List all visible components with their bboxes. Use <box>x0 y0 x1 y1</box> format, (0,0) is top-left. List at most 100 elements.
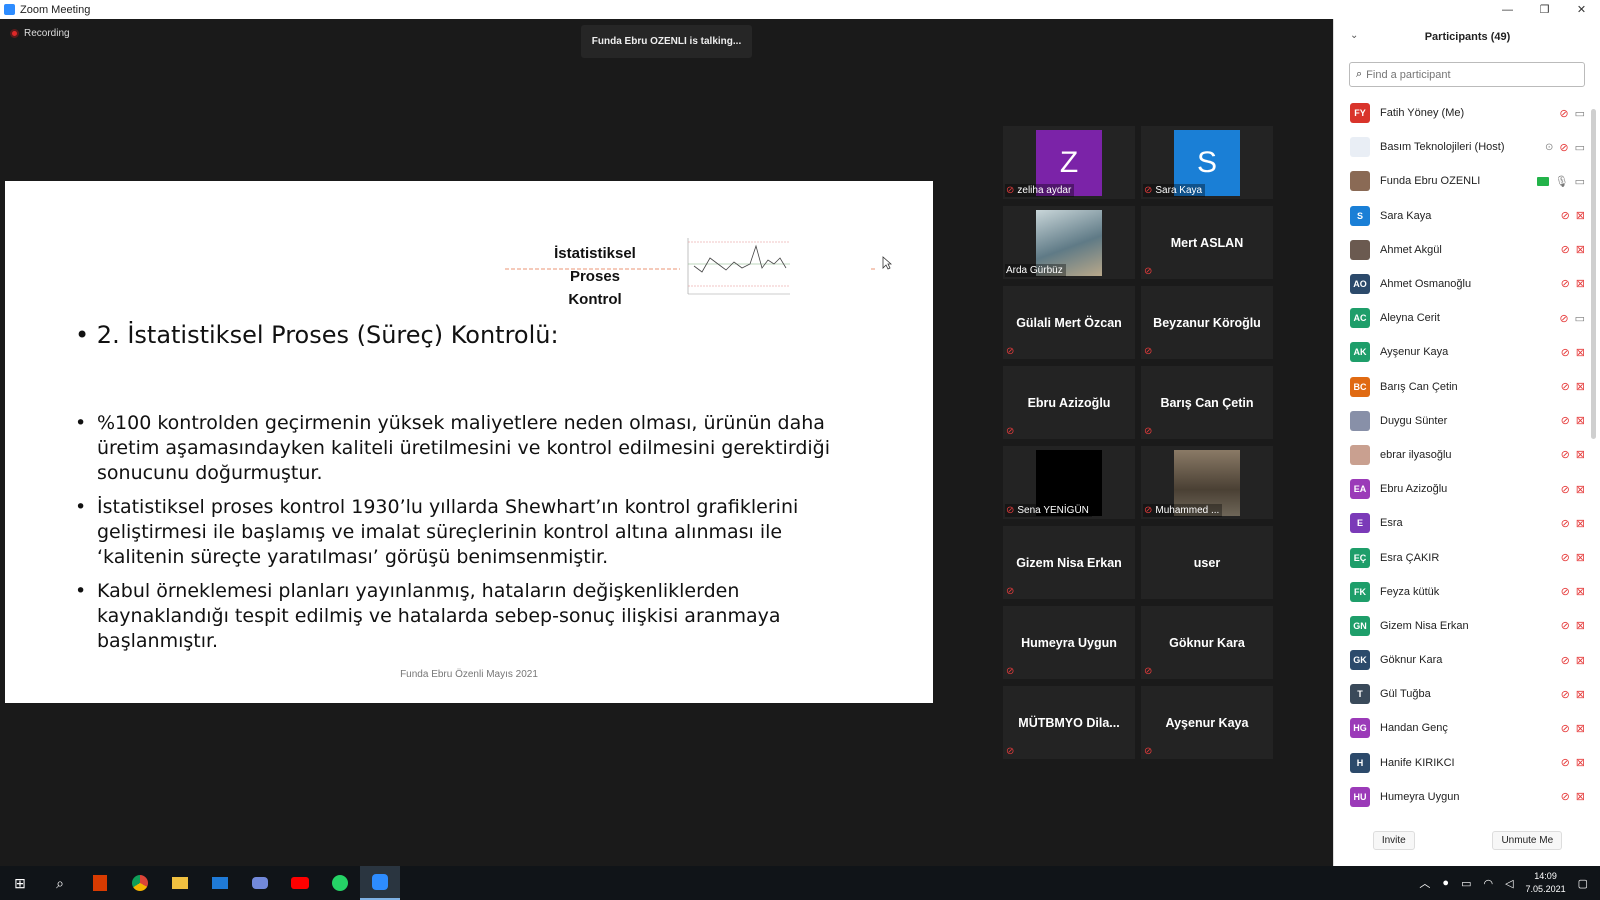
participant-row[interactable]: Ahmet Akgül ⊘ ⊠ <box>1334 233 1591 267</box>
participant-row[interactable]: EA Ebru Azizoğlu ⊘ ⊠ <box>1334 472 1591 506</box>
participant-row[interactable]: GN Gizem Nisa Erkan ⊘ ⊠ <box>1334 609 1591 643</box>
mic-muted-icon: ⊘ <box>1559 141 1569 154</box>
video-tile[interactable]: Ebru Azizoğlu ⊘ <box>1003 366 1135 439</box>
video-tile[interactable]: user <box>1141 526 1273 599</box>
video-off-icon: ⊠ <box>1575 722 1585 735</box>
participant-avatar: EA <box>1350 479 1370 500</box>
participant-name: Duygu Sünter <box>1380 414 1448 427</box>
volume-icon[interactable]: ◁ <box>1505 877 1513 890</box>
search-icon: ⌕ <box>1356 68 1363 80</box>
tile-label: ⊘ Sara Kaya <box>1143 184 1206 197</box>
participant-row[interactable]: Duygu Sünter ⊘ ⊠ <box>1334 404 1591 438</box>
participant-avatar: HU <box>1350 786 1370 807</box>
search-input[interactable] <box>1366 68 1567 81</box>
participant-row[interactable]: S Sara Kaya ⊘ ⊠ <box>1334 199 1591 233</box>
invite-button[interactable]: Invite <box>1372 831 1415 850</box>
video-tile[interactable]: Ayşenur Kaya ⊘ <box>1141 686 1273 759</box>
chrome-icon[interactable] <box>120 866 160 900</box>
participant-row[interactable]: Basım Teknolojileri (Host) ⊙ ⊘ ▭ <box>1334 130 1591 164</box>
mic-muted-icon: ⊘ <box>1560 586 1570 599</box>
participant-status-icons: ⊘ ⊠ <box>1561 472 1585 506</box>
participant-row[interactable]: AO Ahmet Osmanoğlu ⊘ ⊠ <box>1334 267 1591 301</box>
youtube-icon[interactable] <box>280 866 320 900</box>
battery-icon[interactable]: ▭ <box>1461 877 1471 890</box>
windows-start-icon[interactable]: ⊞ <box>0 866 40 900</box>
participant-name: Göknur Kara <box>1380 654 1443 667</box>
zoom-taskbar-icon[interactable] <box>360 866 400 900</box>
video-tile[interactable]: Gizem Nisa Erkan ⊘ <box>1003 526 1135 599</box>
participant-row[interactable]: Funda Ebru OZENLI 🎙 ▭ <box>1334 164 1591 198</box>
wifi-icon[interactable]: ◠ <box>1483 877 1493 890</box>
video-tile[interactable]: Arda Gürbüz <box>1003 206 1135 279</box>
screen-share-icon <box>1536 176 1549 186</box>
video-tile[interactable]: Z ⊘ zeliha aydar <box>1003 126 1135 199</box>
participant-row[interactable]: E Esra ⊘ ⊠ <box>1334 506 1591 540</box>
mail-icon[interactable] <box>200 866 240 900</box>
control-chart-image <box>680 234 870 302</box>
microphone-icon[interactable]: ● <box>1442 877 1449 889</box>
participant-name: Sara Kaya <box>1380 209 1432 222</box>
bullet-text: Kabul örneklemesi planları yayınlanmış, … <box>97 580 781 652</box>
mic-muted-icon: ⊘ <box>1559 107 1569 120</box>
video-tile[interactable]: ⊘ Sena YENİGÜN <box>1003 446 1135 519</box>
video-tile[interactable]: MÜTBMYO Dila... ⊘ <box>1003 686 1135 759</box>
discord-icon[interactable] <box>240 866 280 900</box>
tile-label: ⊘ Muhammed ... <box>1143 504 1223 517</box>
participant-row[interactable]: GK Göknur Kara ⊘ ⊠ <box>1334 643 1591 677</box>
participant-search[interactable]: ⌕ <box>1349 62 1585 87</box>
mic-muted-icon: ⊘ <box>1560 449 1570 462</box>
unmute-me-button[interactable]: Unmute Me <box>1492 831 1563 850</box>
mic-muted-icon: ⊘ <box>1560 654 1570 667</box>
minimize-button[interactable]: — <box>1489 0 1526 19</box>
participant-avatar <box>1350 410 1370 431</box>
mic-muted-icon: ⊘ <box>1006 346 1015 357</box>
participant-status-icons: ⊘ ▭ <box>1559 301 1585 335</box>
video-tile[interactable]: Göknur Kara ⊘ <box>1141 606 1273 679</box>
participant-row[interactable]: H Hanife KIRIKCI ⊘ ⊠ <box>1334 746 1591 780</box>
participant-row[interactable]: EÇ Esra ÇAKIR ⊘ ⊠ <box>1334 540 1591 574</box>
window-title: Zoom Meeting <box>20 3 91 16</box>
participant-row[interactable]: T Gül Tuğba ⊘ ⊠ <box>1334 677 1591 711</box>
participant-row[interactable]: FK Feyza kütük ⊘ ⊠ <box>1334 575 1591 609</box>
video-tile[interactable]: ⊘ Muhammed ... <box>1141 446 1273 519</box>
taskbar-clock[interactable]: 14:09 7.05.2021 <box>1526 870 1566 896</box>
mic-muted-icon: ⊘ <box>1560 278 1570 291</box>
participant-row[interactable]: AC Aleyna Cerit ⊘ ▭ <box>1334 301 1591 335</box>
participant-list-scrollbar[interactable] <box>1591 109 1596 439</box>
file-explorer-icon[interactable] <box>160 866 200 900</box>
video-tile[interactable]: S ⊘ Sara Kaya <box>1141 126 1273 199</box>
participant-row[interactable]: ebrar ilyasoğlu ⊘ ⊠ <box>1334 438 1591 472</box>
participant-row[interactable]: HU Humeyra Uygun ⊘ ⊠ <box>1334 780 1591 814</box>
video-off-icon: ⊠ <box>1575 278 1585 291</box>
participant-row[interactable]: FY Fatih Yöney (Me) ⊘ ▭ <box>1334 96 1591 130</box>
participant-row[interactable]: BC Barış Can Çetin ⊘ ⊠ <box>1334 370 1591 404</box>
video-tile[interactable]: Barış Can Çetin ⊘ <box>1141 366 1273 439</box>
close-button[interactable]: ✕ <box>1563 0 1600 19</box>
participant-status-icons: ⊘ ⊠ <box>1561 780 1585 814</box>
mic-muted-icon: ⊘ <box>1006 746 1015 757</box>
video-tile[interactable]: Gülali Mert Özcan ⊘ <box>1003 286 1135 359</box>
slide-title: İstatistiksel Proses Kontrol <box>545 242 645 311</box>
video-off-icon: ⊠ <box>1575 210 1585 223</box>
tray-chevron-icon[interactable]: ︿ <box>1419 875 1430 891</box>
maximize-button[interactable]: ❐ <box>1526 0 1563 19</box>
office-icon[interactable] <box>80 866 120 900</box>
whatsapp-icon[interactable] <box>320 866 360 900</box>
mic-on-icon: 🎙 <box>1554 175 1569 188</box>
mic-muted-icon: ⊘ <box>1560 551 1570 564</box>
participant-status-icons: ⊘ ⊠ <box>1561 370 1585 404</box>
video-icon: ▭ <box>1574 175 1585 188</box>
recording-indicator[interactable]: Recording <box>10 28 70 39</box>
participant-row[interactable]: AK Ayşenur Kaya ⊘ ⊠ <box>1334 335 1591 369</box>
participant-row[interactable]: HG Handan Genç ⊘ ⊠ <box>1334 711 1591 745</box>
video-tile[interactable]: Mert ASLAN ⊘ <box>1141 206 1273 279</box>
video-tile[interactable]: Humeyra Uygun ⊘ <box>1003 606 1135 679</box>
participant-avatar: EÇ <box>1350 547 1370 568</box>
mic-muted-icon: ⊘ <box>1560 381 1570 393</box>
video-tile[interactable]: Beyzanur Köroğlu ⊘ <box>1141 286 1273 359</box>
participant-status-icons: ⊘ ⊠ <box>1561 335 1585 369</box>
mic-muted-icon: ⊘ <box>1560 688 1570 701</box>
notifications-icon[interactable]: ▢ <box>1578 877 1588 890</box>
search-icon[interactable]: ⌕ <box>40 866 80 900</box>
tile-name-large: Gizem Nisa Erkan <box>1016 555 1122 570</box>
